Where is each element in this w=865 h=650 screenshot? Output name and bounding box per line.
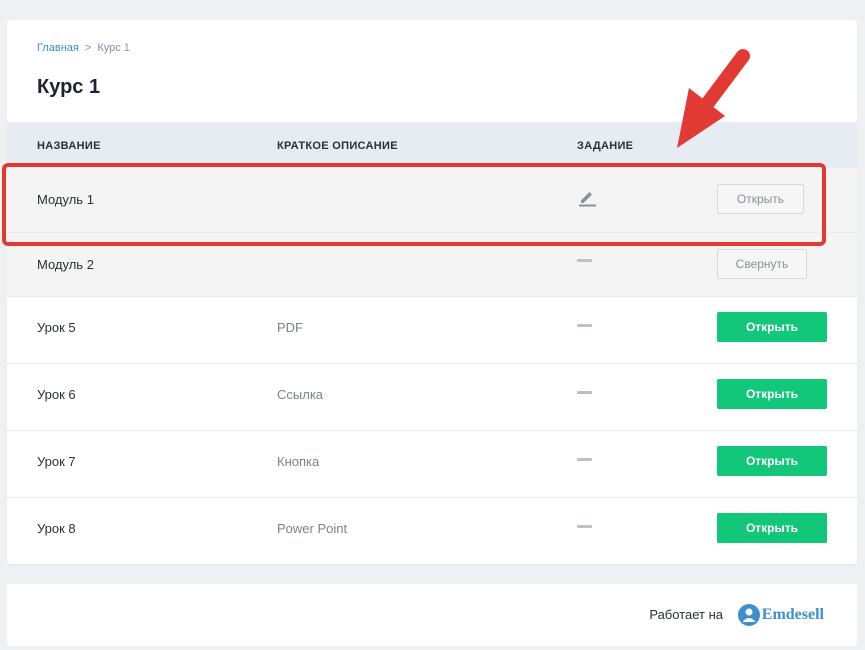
breadcrumb-home-link[interactable]: Главная: [37, 42, 79, 54]
row-description: PDF: [277, 320, 303, 335]
table-row-module-2[interactable]: Модуль 2 Свернуть: [7, 232, 857, 297]
open-button[interactable]: Открыть: [717, 184, 804, 214]
row-name: Модуль 1: [37, 192, 94, 207]
table-header: НАЗВАНИЕ КРАТКОЕ ОПИСАНИЕ ЗАДАНИЕ: [7, 122, 857, 168]
row-name: Урок 7: [37, 454, 76, 469]
dash-icon: [577, 324, 592, 327]
row-name: Урок 6: [37, 387, 76, 402]
column-header-task: ЗАДАНИЕ: [577, 140, 634, 152]
row-name: Урок 5: [37, 320, 76, 335]
dash-icon: [577, 458, 592, 461]
collapse-button[interactable]: Свернуть: [717, 249, 807, 279]
row-name: Урок 8: [37, 521, 76, 536]
row-description: Ссылка: [277, 387, 324, 402]
course-card: Главная > Курс 1 Курс 1 НАЗВАНИЕ КРАТКОЕ О…: [7, 20, 857, 564]
pencil-icon[interactable]: [577, 187, 597, 210]
breadcrumb-current: Курс 1: [97, 42, 130, 54]
dash-icon: [577, 525, 592, 528]
table-row-lesson-8[interactable]: Урок 8 Power Point Открыть: [7, 497, 857, 564]
open-button[interactable]: Открыть: [717, 513, 827, 543]
brand-name: Emdesell: [761, 606, 824, 623]
breadcrumb-separator: >: [84, 42, 92, 54]
emdesell-logo-icon: [737, 604, 760, 626]
dash-icon: [577, 391, 592, 394]
row-description: Кнопка: [277, 454, 320, 469]
open-button[interactable]: Открыть: [717, 379, 827, 409]
column-header-description: КРАТКОЕ ОПИСАНИЕ: [277, 140, 398, 152]
powered-by-text: Работает на: [649, 607, 723, 622]
brand-logo[interactable]: Emdesell: [737, 602, 824, 628]
page-title: Курс 1: [37, 76, 101, 98]
open-button[interactable]: Открыть: [717, 446, 827, 476]
table-row-lesson-6[interactable]: Урок 6 Ссылка Открыть: [7, 363, 857, 431]
table-row-lesson-5[interactable]: Урок 5 PDF Открыть: [7, 296, 857, 364]
row-name: Модуль 2: [37, 257, 94, 272]
dash-icon: [577, 259, 592, 262]
open-button[interactable]: Открыть: [717, 312, 827, 342]
column-header-name: НАЗВАНИЕ: [37, 140, 101, 152]
table-row-module-1[interactable]: Модуль 1 Открыть: [7, 168, 857, 232]
breadcrumb: Главная > Курс 1: [37, 42, 130, 54]
footer: Работает на Emdesell: [7, 584, 857, 646]
table-row-lesson-7[interactable]: Урок 7 Кнопка Открыть: [7, 430, 857, 498]
row-description: Power Point: [277, 521, 348, 536]
